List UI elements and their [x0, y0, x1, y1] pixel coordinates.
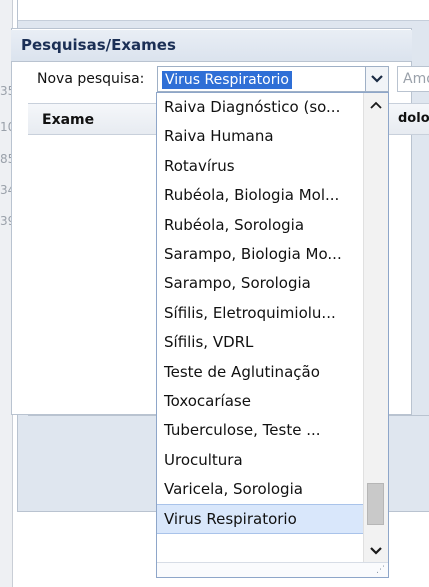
dropdown-option-selected[interactable]: Virus Respiratorio — [157, 504, 365, 534]
dropdown-option[interactable]: Sífilis, VDRL — [157, 328, 365, 357]
amostra-input[interactable]: Amo — [397, 66, 429, 92]
column-header-metodologia[interactable]: dolog — [398, 111, 429, 126]
dropdown-option[interactable]: Rubéola, Sorologia — [157, 211, 365, 240]
dropdown-option[interactable]: Teste de Aglutinação — [157, 358, 365, 387]
dropdown-scrollbar[interactable] — [363, 93, 388, 563]
dropdown-option[interactable]: Raiva Diagnóstico (so... — [157, 93, 365, 122]
dropdown-options: Raiva Diagnóstico (so... Raiva Humana Ro… — [157, 93, 365, 563]
nova-pesquisa-label: Nova pesquisa: — [37, 71, 145, 87]
column-header-exame[interactable]: Exame — [42, 112, 94, 128]
dropdown-option[interactable]: Sarampo, Biologia Mo... — [157, 240, 365, 269]
dropdown-option[interactable]: Raiva Humana — [157, 122, 365, 151]
dropdown-option[interactable]: Sífilis, Eletroquimiolu... — [157, 299, 365, 328]
dropdown-option[interactable]: Urocultura — [157, 446, 365, 475]
exam-dropdown-list[interactable]: Raiva Diagnóstico (so... Raiva Humana Ro… — [156, 92, 389, 578]
fieldset-title: Pesquisas/Exames — [11, 30, 412, 62]
scrollbar-thumb[interactable] — [367, 483, 384, 525]
chevron-up-icon[interactable] — [364, 93, 388, 117]
combobox-selected-value[interactable]: Virus Respiratorio — [162, 71, 292, 89]
chevron-down-icon[interactable] — [364, 539, 388, 563]
dropdown-option[interactable]: Toxocaríase — [157, 387, 365, 416]
resize-grip-icon[interactable]: ⋰ — [376, 566, 385, 575]
dropdown-option[interactable]: Rotavírus — [157, 152, 365, 181]
dropdown-option[interactable]: Tuberculose, Teste ... — [157, 416, 365, 445]
panel-top-area — [18, 0, 429, 21]
dropdown-option[interactable]: Sarampo, Sorologia — [157, 269, 365, 298]
dropdown-resize-handle[interactable]: ⋰ — [157, 562, 388, 577]
dropdown-option[interactable]: Varicela, Sorologia — [157, 475, 365, 504]
dropdown-option[interactable]: Rubéola, Biologia Mol... — [157, 181, 365, 210]
nova-pesquisa-combobox[interactable]: Virus Respiratorio — [157, 66, 389, 92]
chevron-down-icon[interactable] — [365, 67, 388, 91]
